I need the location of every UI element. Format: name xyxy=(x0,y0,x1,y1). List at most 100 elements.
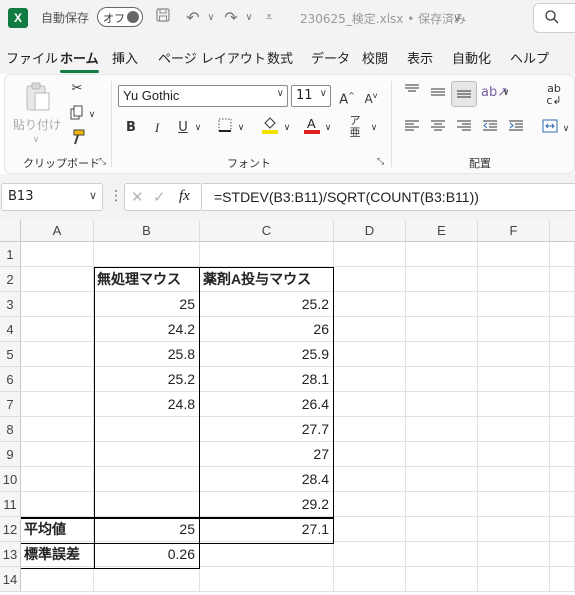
paste-dropdown-icon[interactable]: ∨ xyxy=(29,130,43,150)
column-header-c[interactable]: C xyxy=(200,220,334,242)
cell-g8[interactable] xyxy=(550,417,575,442)
cell-b13[interactable]: 0.26 xyxy=(94,542,200,567)
cell-g11[interactable] xyxy=(550,492,575,517)
row-header-8[interactable]: 8 xyxy=(0,417,21,442)
orientation-icon[interactable]: ab↗ xyxy=(481,83,508,103)
cell-b14[interactable] xyxy=(94,567,200,592)
phonetic-guide-icon[interactable]: ア亜 xyxy=(346,115,364,139)
column-header-d[interactable]: D xyxy=(334,220,406,242)
cell-f1[interactable] xyxy=(478,242,550,267)
merge-center-icon[interactable] xyxy=(541,119,559,140)
tab-view[interactable]: 表示 xyxy=(407,48,433,67)
cell-e14[interactable] xyxy=(406,567,478,592)
row-header-10[interactable]: 10 xyxy=(0,467,21,492)
cell-c12[interactable]: 27.1 xyxy=(200,517,334,542)
row-header-9[interactable]: 9 xyxy=(0,442,21,467)
row-header-12[interactable]: 12 xyxy=(0,517,21,542)
tab-file[interactable]: ファイル xyxy=(6,48,58,67)
cell-e12[interactable] xyxy=(406,517,478,542)
column-header-e[interactable]: E xyxy=(406,220,478,242)
cell-b5[interactable]: 25.8 xyxy=(94,342,200,367)
cell-d6[interactable] xyxy=(334,367,406,392)
cell-e8[interactable] xyxy=(406,417,478,442)
row-header-1[interactable]: 1 xyxy=(0,242,21,267)
underline-dropdown-icon[interactable]: ∨ xyxy=(193,118,203,138)
italic-button[interactable]: I xyxy=(149,118,165,138)
column-header-a[interactable]: A xyxy=(21,220,94,242)
cell-f10[interactable] xyxy=(478,467,550,492)
cell-d11[interactable] xyxy=(334,492,406,517)
cell-c8[interactable]: 27.7 xyxy=(200,417,334,442)
cell-g12[interactable] xyxy=(550,517,575,542)
align-left-icon[interactable] xyxy=(403,119,421,139)
cell-b12[interactable]: 25 xyxy=(94,517,200,542)
align-top-icon[interactable] xyxy=(403,83,421,103)
cell-g1[interactable] xyxy=(550,242,575,267)
cell-f8[interactable] xyxy=(478,417,550,442)
customize-qat-icon[interactable]: ⩡ xyxy=(258,7,280,29)
cell-a9[interactable] xyxy=(21,442,94,467)
cell-g6[interactable] xyxy=(550,367,575,392)
cell-d9[interactable] xyxy=(334,442,406,467)
cell-c5[interactable]: 25.9 xyxy=(200,342,334,367)
cell-d4[interactable] xyxy=(334,317,406,342)
align-middle-icon[interactable] xyxy=(429,85,447,105)
cell-a10[interactable] xyxy=(21,467,94,492)
font-name-select[interactable]: Yu Gothic ∨ xyxy=(118,85,288,107)
cell-e2[interactable] xyxy=(406,267,478,292)
row-header-14[interactable]: 14 xyxy=(0,567,21,592)
redo-dropdown-icon[interactable]: ∨ xyxy=(238,7,260,29)
tab-page-layout[interactable]: ページ レイアウト xyxy=(158,48,266,67)
cell-b4[interactable]: 24.2 xyxy=(94,317,200,342)
column-header-g[interactable] xyxy=(550,220,575,242)
row-header-7[interactable]: 7 xyxy=(0,392,21,417)
cell-g4[interactable] xyxy=(550,317,575,342)
row-header-4[interactable]: 4 xyxy=(0,317,21,342)
cell-g2[interactable] xyxy=(550,267,575,292)
cell-b6[interactable]: 25.2 xyxy=(94,367,200,392)
tab-help[interactable]: ヘルプ xyxy=(510,48,549,67)
cell-a7[interactable] xyxy=(21,392,94,417)
increase-indent-icon[interactable] xyxy=(507,119,525,139)
cell-f3[interactable] xyxy=(478,292,550,317)
cell-e6[interactable] xyxy=(406,367,478,392)
align-right-icon[interactable] xyxy=(455,119,473,139)
cell-d5[interactable] xyxy=(334,342,406,367)
cell-e13[interactable] xyxy=(406,542,478,567)
clipboard-launcher-icon[interactable]: ⤡ xyxy=(99,157,106,167)
cell-c3[interactable]: 25.2 xyxy=(200,292,334,317)
cell-c10[interactable]: 28.4 xyxy=(200,467,334,492)
cell-g3[interactable] xyxy=(550,292,575,317)
cell-f11[interactable] xyxy=(478,492,550,517)
tab-data[interactable]: データ xyxy=(311,48,350,67)
cell-e7[interactable] xyxy=(406,392,478,417)
decrease-font-size-icon[interactable]: Av xyxy=(361,86,381,109)
font-size-select[interactable]: 11 ∨ xyxy=(291,85,331,107)
file-name-status[interactable]: 230625_検定.xlsx • 保存済み xyxy=(300,10,466,27)
cell-e4[interactable] xyxy=(406,317,478,342)
cell-f13[interactable] xyxy=(478,542,550,567)
borders-dropdown-icon[interactable]: ∨ xyxy=(236,118,246,138)
cell-e3[interactable] xyxy=(406,292,478,317)
cell-c11[interactable]: 29.2 xyxy=(200,492,334,517)
cell-b9[interactable] xyxy=(94,442,200,467)
cell-f7[interactable] xyxy=(478,392,550,417)
copy-dropdown-icon[interactable]: ∨ xyxy=(87,105,97,125)
cell-c7[interactable]: 26.4 xyxy=(200,392,334,417)
underline-button[interactable]: U xyxy=(175,118,191,138)
row-header-2[interactable]: 2 xyxy=(0,267,21,292)
cell-d14[interactable] xyxy=(334,567,406,592)
cell-d7[interactable] xyxy=(334,392,406,417)
formula-input[interactable]: =STDEV(B3:B11)/SQRT(COUNT(B3:B11)) xyxy=(202,183,575,211)
cell-a1[interactable] xyxy=(21,242,94,267)
cell-g10[interactable] xyxy=(550,467,575,492)
cell-e5[interactable] xyxy=(406,342,478,367)
row-header-13[interactable]: 13 xyxy=(0,542,21,567)
cell-e1[interactable] xyxy=(406,242,478,267)
merge-dropdown-icon[interactable]: ∨ xyxy=(561,119,571,139)
row-header-11[interactable]: 11 xyxy=(0,492,21,517)
cell-b1[interactable] xyxy=(94,242,200,267)
copy-icon[interactable] xyxy=(67,105,87,128)
cell-c14[interactable] xyxy=(200,567,334,592)
font-color-dropdown-icon[interactable]: ∨ xyxy=(323,118,333,138)
